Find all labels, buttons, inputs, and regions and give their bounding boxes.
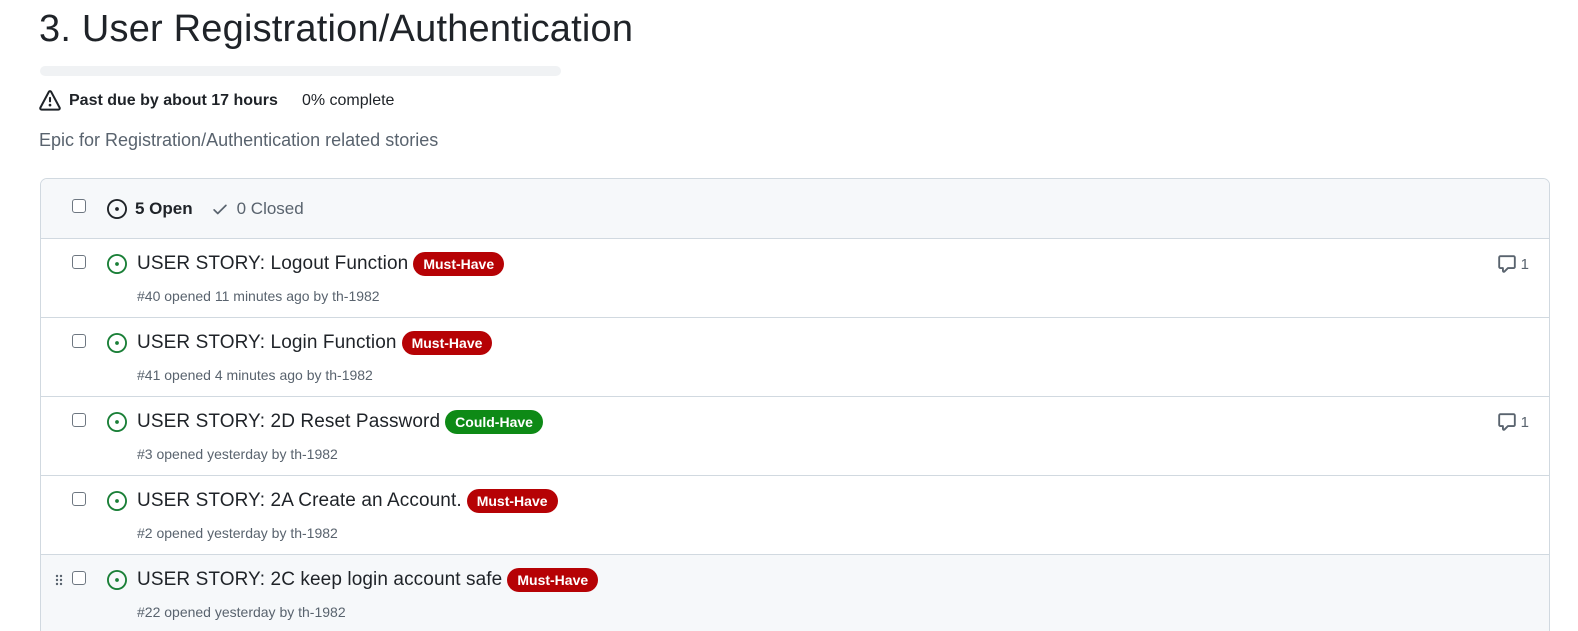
issue-checkbox[interactable] (72, 413, 86, 427)
issue-opened-icon (107, 491, 127, 511)
select-all-checkbox[interactable] (72, 198, 86, 213)
issue-meta: #41 opened 4 minutes ago by th-1982 (137, 367, 373, 383)
issue-row[interactable]: USER STORY: 2A Create an Account. Must-H… (41, 476, 1549, 555)
issue-title-link[interactable]: USER STORY: 2D Reset Password (137, 411, 440, 433)
closed-issues-filter[interactable]: 0 Closed (211, 199, 304, 219)
issue-meta: #22 opened yesterday by th-1982 (137, 604, 346, 620)
comments-link[interactable]: 1 (1497, 254, 1529, 274)
issue-title-link[interactable]: USER STORY: 2A Create an Account. (137, 490, 462, 512)
issue-opened-icon (107, 570, 127, 590)
issue-opened-icon (107, 198, 127, 219)
issue-label[interactable]: Must-Have (507, 568, 599, 592)
past-due-text: Past due by about 17 hours (69, 92, 278, 109)
issue-title-link[interactable]: USER STORY: 2C keep login account safe (137, 569, 502, 591)
milestone-progress-bar (40, 66, 561, 76)
issue-label[interactable]: Must-Have (401, 331, 493, 355)
issue-checkbox[interactable] (72, 492, 86, 506)
issue-label[interactable]: Could-Have (445, 410, 543, 434)
issue-rows: USER STORY: Logout Function Must-Have #4… (41, 239, 1549, 631)
milestone-title: 3. User Registration/Authentication (39, 8, 634, 50)
issue-row[interactable]: USER STORY: 2C keep login account safe M… (41, 555, 1549, 631)
percent-value: 0% (301, 92, 326, 109)
issues-list-header: 5 Open 0 Closed (41, 179, 1549, 239)
comment-icon (1497, 413, 1516, 431)
issue-checkbox[interactable] (72, 334, 86, 348)
issues-list: 5 Open 0 Closed USER STORY: Logout Funct… (40, 178, 1550, 631)
drag-handle-icon[interactable] (54, 573, 64, 587)
issue-label[interactable]: Must-Have (413, 252, 505, 276)
comment-count: 1 (1520, 413, 1529, 431)
milestone-meta: Past due by about 17 hours 0% complete (39, 88, 394, 114)
issue-meta: #40 opened 11 minutes ago by th-1982 (137, 288, 380, 304)
issue-opened-icon (107, 333, 127, 353)
issue-title-link[interactable]: USER STORY: Login Function (137, 332, 397, 354)
issue-opened-icon (107, 412, 127, 432)
issue-row[interactable]: USER STORY: 2D Reset Password Could-Have… (41, 397, 1549, 476)
closed-count-label: 0 Closed (236, 198, 304, 218)
check-icon (212, 204, 227, 214)
issue-row[interactable]: USER STORY: Logout Function Must-Have #4… (41, 239, 1549, 318)
open-count-label: 5 Open (135, 198, 193, 218)
comments-link[interactable]: 1 (1497, 412, 1529, 432)
comment-count: 1 (1520, 255, 1529, 273)
open-issues-filter[interactable]: 5 Open (107, 198, 193, 219)
issue-title-link[interactable]: USER STORY: Logout Function (137, 253, 408, 275)
issue-checkbox[interactable] (72, 255, 86, 269)
issue-meta: #2 opened yesterday by th-1982 (137, 525, 338, 541)
percent-suffix: complete (325, 92, 395, 109)
issue-opened-icon (107, 254, 127, 274)
issue-row[interactable]: USER STORY: Login Function Must-Have #41… (41, 318, 1549, 397)
issue-label[interactable]: Must-Have (466, 489, 558, 513)
percent-complete: 0% complete (302, 92, 395, 110)
milestone-description: Epic for Registration/Authentication rel… (39, 130, 439, 150)
comment-icon (1497, 255, 1516, 273)
alert-icon (39, 90, 61, 112)
issue-meta: #3 opened yesterday by th-1982 (137, 446, 338, 462)
issue-checkbox[interactable] (72, 571, 86, 585)
